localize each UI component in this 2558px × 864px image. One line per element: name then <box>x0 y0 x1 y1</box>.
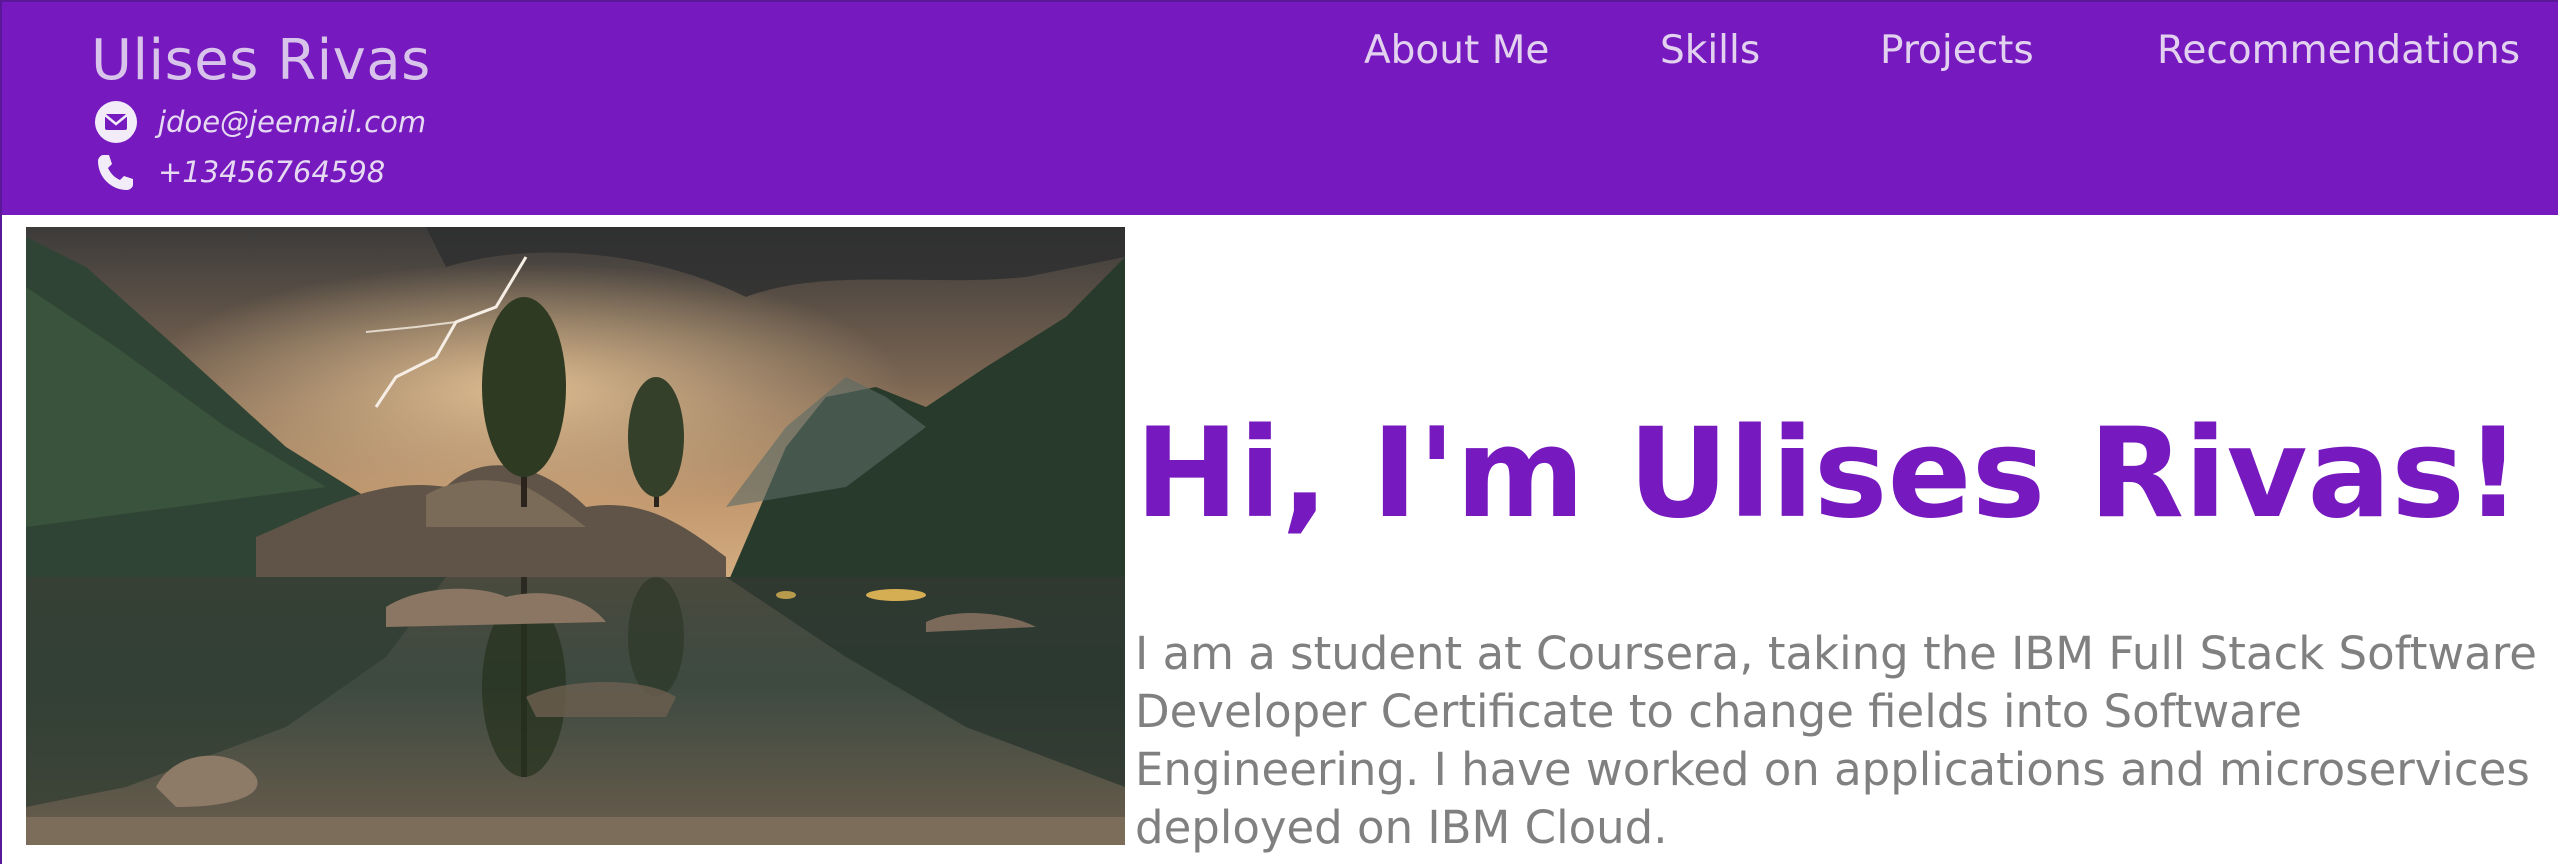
phone-text[interactable]: +13456764598 <box>158 155 385 189</box>
contact-phone: +13456764598 <box>94 150 385 194</box>
hero-title-text: Hi, I'm Ulises Rivas! <box>1135 402 2522 546</box>
nav-skills[interactable]: Skills <box>1660 28 1760 73</box>
phone-icon <box>94 150 138 194</box>
envelope-icon <box>94 100 138 144</box>
nav-recommendations[interactable]: Recommendations <box>2157 28 2520 73</box>
hero-bio: I am a student at Coursera, taking the I… <box>1135 627 2537 854</box>
nav-projects[interactable]: Projects <box>1880 28 2034 73</box>
page-frame: Ulises Rivas jdoe@jeemail.com +134567645… <box>0 0 2558 864</box>
brand-name: Ulises Rivas <box>91 28 431 93</box>
hero-heading: Hi, I'm Ulises Rivas! <box>1135 402 2558 546</box>
email-text[interactable]: jdoe@jeemail.com <box>158 105 426 139</box>
site-header: Ulises Rivas jdoe@jeemail.com +134567645… <box>2 2 2558 215</box>
nav-about-me[interactable]: About Me <box>1364 28 1549 73</box>
contact-email: jdoe@jeemail.com <box>94 100 426 144</box>
hero-landscape-image <box>26 227 1125 845</box>
